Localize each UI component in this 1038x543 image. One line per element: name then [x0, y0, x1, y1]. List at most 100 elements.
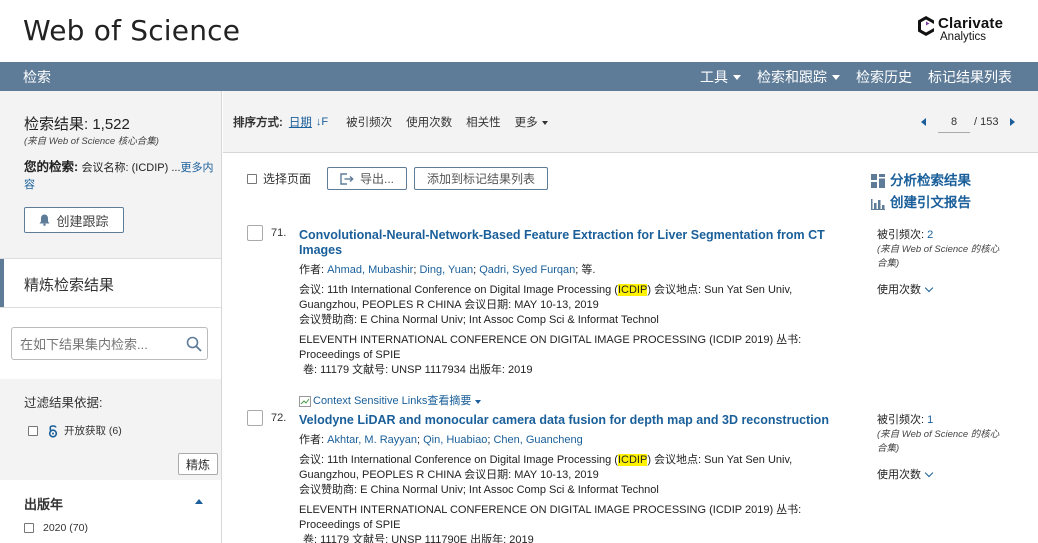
- record-conference: 会议: 11th International Conference on Dig…: [299, 453, 854, 483]
- usage-toggle[interactable]: 使用次数: [877, 468, 1007, 482]
- author-link[interactable]: Qin, Huabiao: [423, 434, 487, 446]
- author-link[interactable]: Ahmad, Mubashir: [327, 264, 413, 276]
- sort-direction-icon[interactable]: ↓F: [316, 116, 328, 128]
- record-sponsor: 会议赞助商: E China Normal Univ; Int Assoc Co…: [299, 484, 659, 496]
- record-title[interactable]: Convolutional-Neural-Network-Based Featu…: [299, 228, 854, 258]
- analyze-results-link[interactable]: 分析检索结果: [871, 170, 971, 192]
- nav-marked-list[interactable]: 标记结果列表: [928, 67, 1012, 87]
- times-cited-link[interactable]: 1: [927, 414, 933, 426]
- page-number-input[interactable]: [938, 111, 970, 133]
- author-link[interactable]: Akhtar, M. Rayyan: [327, 434, 417, 446]
- sort-relevance[interactable]: 相关性: [466, 114, 501, 130]
- caret-down-icon: [733, 74, 741, 80]
- caret-down-icon: [475, 399, 482, 404]
- record-metrics: 被引频次: 2 (来自 Web of Science 的核心合集) 使用次数: [877, 228, 1007, 297]
- clarivate-logo-icon: [918, 16, 934, 36]
- your-search: 您的检索: 会议名称: (ICDIP) ...更多内容: [24, 159, 214, 193]
- pager: / 153: [921, 111, 1016, 133]
- conference-highlight: ICDIP: [617, 454, 648, 466]
- view-abstract[interactable]: 查看摘要: [427, 394, 471, 409]
- pub-year-2020[interactable]: 2020 (70): [24, 522, 88, 534]
- pub-year-section: 出版年 2020 (70): [0, 480, 221, 543]
- logo-line2: Analytics: [940, 31, 987, 43]
- open-access-checkbox[interactable]: [28, 425, 38, 436]
- create-alert-label: 创建跟踪: [56, 213, 109, 229]
- bar-chart-icon: [871, 199, 885, 210]
- record-conference: 会议: 11th International Conference on Dig…: [299, 283, 854, 313]
- search-within-box: [11, 327, 208, 360]
- open-access-filter[interactable]: 开放获取 (6): [28, 423, 122, 438]
- grid-chart-icon: [871, 174, 885, 188]
- brand-title[interactable]: Web of Science: [23, 14, 240, 47]
- record-body: Velodyne LiDAR and monocular camera data…: [299, 410, 854, 543]
- caret-down-icon: [541, 120, 548, 125]
- record-proceedings: ELEVENTH INTERNATIONAL CONFERENCE ON DIG…: [299, 504, 802, 531]
- analyze-results-label: 分析检索结果: [890, 173, 971, 188]
- pub-year-title[interactable]: 出版年: [24, 494, 63, 513]
- usage-label: 使用次数: [877, 284, 921, 296]
- select-page-checkbox[interactable]: [247, 173, 257, 184]
- main-nav: 检索 工具 检索和跟踪 检索历史 标记结果列表: [0, 62, 1038, 91]
- authors-label: 作者:: [299, 434, 325, 446]
- search-within-input[interactable]: [20, 335, 180, 353]
- record-volume: 卷: 11179 文献号: UNSP 1117934 出版年: 2019: [303, 364, 533, 376]
- record-sponsor: 会议赞助商: E China Normal Univ; Int Assoc Co…: [299, 314, 659, 326]
- record-metrics: 被引频次: 1 (来自 Web of Science 的核心合集) 使用次数: [877, 413, 1007, 482]
- record-proceedings: ELEVENTH INTERNATIONAL CONFERENCE ON DIG…: [299, 334, 802, 361]
- times-cited-link[interactable]: 2: [927, 229, 933, 241]
- context-links[interactable]: Context Sensitive Links 查看摘要: [299, 394, 854, 409]
- times-cited-source: (来自 Web of Science 的核心合集): [877, 244, 1000, 269]
- add-marked-list-button[interactable]: 添加到标记结果列表: [414, 167, 549, 190]
- sort-more-label: 更多: [514, 117, 538, 129]
- context-links-label: Context Sensitive Links: [313, 395, 428, 407]
- times-cited-label: 被引频次:: [877, 414, 925, 426]
- export-button[interactable]: 导出...: [327, 167, 408, 190]
- clarivate-logo[interactable]: Clarivate Analytics: [916, 15, 1028, 45]
- author-link[interactable]: Chen, Guancheng: [493, 434, 582, 446]
- record-title[interactable]: Velodyne LiDAR and monocular camera data…: [299, 413, 854, 428]
- record-body: Convolutional-Neural-Network-Based Featu…: [299, 225, 854, 409]
- open-access-icon: [48, 424, 58, 438]
- record-number: 72.: [271, 412, 287, 424]
- nav-history[interactable]: 检索历史: [856, 67, 912, 87]
- previous-page-icon[interactable]: [921, 118, 926, 126]
- next-page-icon[interactable]: [1010, 118, 1016, 126]
- record-volume: 卷: 11179 文献号: UNSP 111790E 出版年: 2019: [303, 534, 534, 543]
- chevron-up-icon[interactable]: [195, 499, 203, 504]
- your-search-query: 会议名称: (ICDIP) ...: [81, 162, 181, 174]
- nav-search-alert[interactable]: 检索和跟踪: [757, 67, 840, 87]
- logo-line1: Clarivate: [938, 15, 1004, 32]
- create-alert-button[interactable]: 创建跟踪: [24, 207, 124, 233]
- analysis-links: 分析检索结果 创建引文报告: [871, 170, 971, 214]
- sort-times-cited[interactable]: 被引频次: [346, 114, 392, 130]
- sort-more[interactable]: 更多: [515, 114, 548, 130]
- filter-section: 过滤结果依据: 开放获取 (6) 精炼: [0, 379, 221, 480]
- export-label: 导出...: [360, 172, 395, 186]
- author-link[interactable]: Qadri, Syed Furqan: [479, 264, 575, 276]
- sort-usage[interactable]: 使用次数: [406, 114, 452, 130]
- refine-accent-bar: [0, 259, 4, 307]
- nav-tools[interactable]: 工具: [700, 67, 741, 87]
- nav-tools-label: 工具: [700, 69, 728, 85]
- search-icon[interactable]: [186, 336, 202, 352]
- conference-highlight: ICDIP: [617, 284, 648, 296]
- nav-search[interactable]: 检索: [23, 67, 51, 87]
- sort-label: 排序方式:: [233, 117, 283, 129]
- page-total: / 153: [974, 116, 999, 128]
- caret-down-icon: [832, 74, 840, 80]
- select-page[interactable]: 选择页面: [247, 170, 311, 187]
- chevron-down-icon: [924, 283, 934, 293]
- pub-year-checkbox[interactable]: [24, 523, 34, 533]
- usage-toggle[interactable]: 使用次数: [877, 283, 1007, 297]
- record-checkbox[interactable]: [247, 410, 263, 426]
- refine-button[interactable]: 精炼: [178, 453, 218, 475]
- filter-label: 过滤结果依据:: [24, 396, 103, 410]
- sort-options: 排序方式: 日期 ↓F 被引频次 使用次数 相关性 更多: [233, 114, 548, 130]
- author-link[interactable]: Ding, Yuan: [419, 264, 473, 276]
- top-header: Web of Science Clarivate Analytics: [0, 0, 1038, 62]
- authors-label: 作者:: [299, 264, 325, 276]
- citation-report-link[interactable]: 创建引文报告: [871, 192, 971, 214]
- results-summary: 检索结果: 1,522 (来自 Web of Science 核心合集) 您的检…: [0, 91, 221, 258]
- sort-date[interactable]: 日期: [289, 114, 312, 130]
- record-checkbox[interactable]: [247, 225, 263, 241]
